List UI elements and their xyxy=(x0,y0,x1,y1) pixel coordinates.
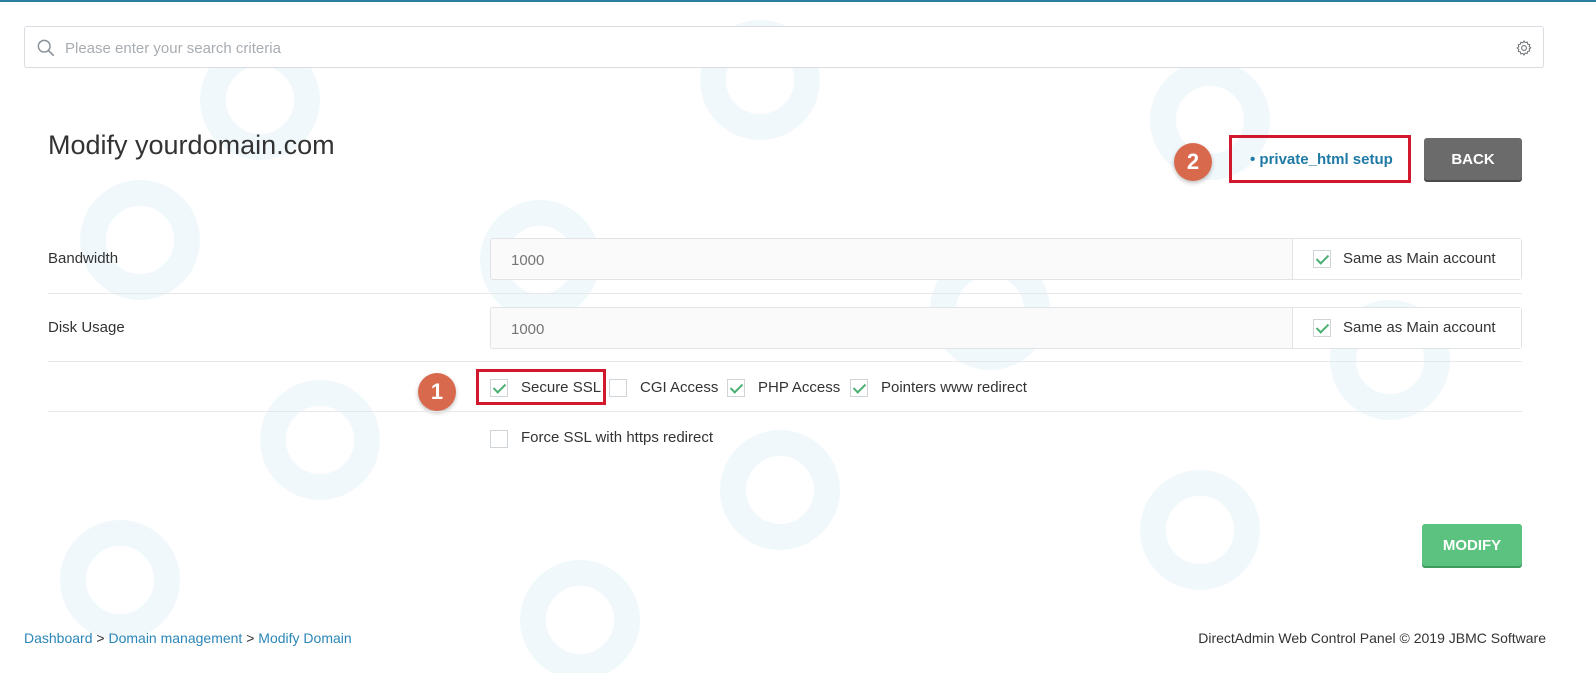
cgi-access-checkbox[interactable] xyxy=(609,379,627,397)
bandwidth-label: Bandwidth xyxy=(48,250,119,267)
watermark-logo xyxy=(520,560,640,673)
disk-usage-field: Same as Main account xyxy=(490,307,1522,349)
secure-ssl-checkbox[interactable] xyxy=(490,379,508,397)
bandwidth-same-label: Same as Main account xyxy=(1343,250,1496,267)
breadcrumb-dashboard[interactable]: Dashboard xyxy=(24,630,93,646)
watermark-logo xyxy=(260,380,380,500)
breadcrumb-modify-domain[interactable]: Modify Domain xyxy=(258,630,351,646)
row-divider xyxy=(48,361,1522,362)
page-title: Modify yourdomain.com xyxy=(48,130,335,160)
row-divider xyxy=(48,411,1522,412)
watermark-logo xyxy=(60,520,180,640)
disk-usage-same-checkbox[interactable] xyxy=(1313,319,1331,337)
force-ssl-label: Force SSL with https redirect xyxy=(521,429,714,446)
private-html-setup-link[interactable]: • private_html setup xyxy=(1250,151,1393,168)
bandwidth-same-checkbox[interactable] xyxy=(1313,250,1331,268)
top-accent-line xyxy=(0,0,1596,2)
search-input[interactable] xyxy=(63,35,1467,61)
search-icon xyxy=(37,39,55,57)
bandwidth-input[interactable] xyxy=(509,249,1273,271)
modify-button[interactable]: MODIFY xyxy=(1422,524,1522,566)
gear-icon[interactable] xyxy=(1515,39,1533,57)
php-access-label: PHP Access xyxy=(758,379,841,396)
disk-usage-label: Disk Usage xyxy=(48,319,125,336)
pointers-www-redirect-label: Pointers www redirect xyxy=(881,379,1027,396)
breadcrumb-domain-management[interactable]: Domain management xyxy=(108,630,242,646)
force-ssl-checkbox[interactable] xyxy=(490,430,508,448)
breadcrumb-separator: > xyxy=(246,630,255,646)
pointers-www-redirect-checkbox[interactable] xyxy=(850,379,868,397)
cgi-access-label: CGI Access xyxy=(640,379,719,396)
disk-usage-same-label: Same as Main account xyxy=(1343,319,1496,336)
bandwidth-same-addon: Same as Main account xyxy=(1292,239,1521,279)
back-button[interactable]: BACK xyxy=(1424,138,1522,180)
php-access-checkbox[interactable] xyxy=(727,379,745,397)
step-badge-1: 1 xyxy=(418,373,456,411)
disk-usage-same-addon: Same as Main account xyxy=(1292,308,1521,348)
footer-copyright: DirectAdmin Web Control Panel © 2019 JBM… xyxy=(1198,630,1546,646)
breadcrumb: Dashboard > Domain management > Modify D… xyxy=(24,630,352,646)
breadcrumb-separator: > xyxy=(96,630,105,646)
secure-ssl-label: Secure SSL xyxy=(521,379,602,396)
watermark-logo xyxy=(80,180,200,300)
watermark-logo xyxy=(1140,470,1260,590)
watermark-logo xyxy=(720,430,840,550)
bandwidth-field: Same as Main account xyxy=(490,238,1522,280)
step-badge-2: 2 xyxy=(1174,143,1212,181)
row-divider xyxy=(48,293,1522,294)
search-bar xyxy=(24,26,1544,68)
disk-usage-input[interactable] xyxy=(509,318,1273,340)
